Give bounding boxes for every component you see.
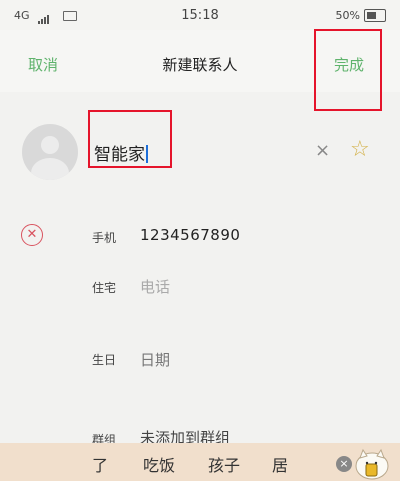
battery-percent: 50% [335,9,360,22]
birthday-input[interactable]: 日期 [140,349,170,370]
battery-icon [364,9,386,22]
remove-field-icon[interactable]: ✕ [21,224,43,246]
ime-candidate[interactable]: 了 [92,452,108,476]
ime-candidate[interactable]: 孩子 [208,452,240,476]
ime-candidate[interactable]: 吃饭 [143,452,175,476]
avatar-head-shape [41,136,59,154]
ime-close-icon[interactable]: × [336,456,352,472]
avatar-body-shape [31,158,69,180]
ime-candidate[interactable]: 居 [272,452,288,476]
clear-icon[interactable]: × [315,140,330,161]
birthday-label: 生日 [92,353,117,367]
done-highlight-box [314,29,382,111]
home-label: 住宅 [92,281,117,295]
status-bar: 4G 15:18 50% [0,0,400,30]
avatar-placeholder[interactable] [22,124,78,180]
star-icon[interactable]: ☆ [350,137,370,162]
home-phone-input[interactable]: 电话 [140,276,170,297]
cancel-button[interactable]: 取消 [28,54,58,75]
ime-mascot-icon[interactable] [352,446,390,480]
phone-input[interactable]: 1234567890 [140,226,240,244]
phone-label: 手机 [92,231,117,245]
name-highlight-box [88,110,172,168]
